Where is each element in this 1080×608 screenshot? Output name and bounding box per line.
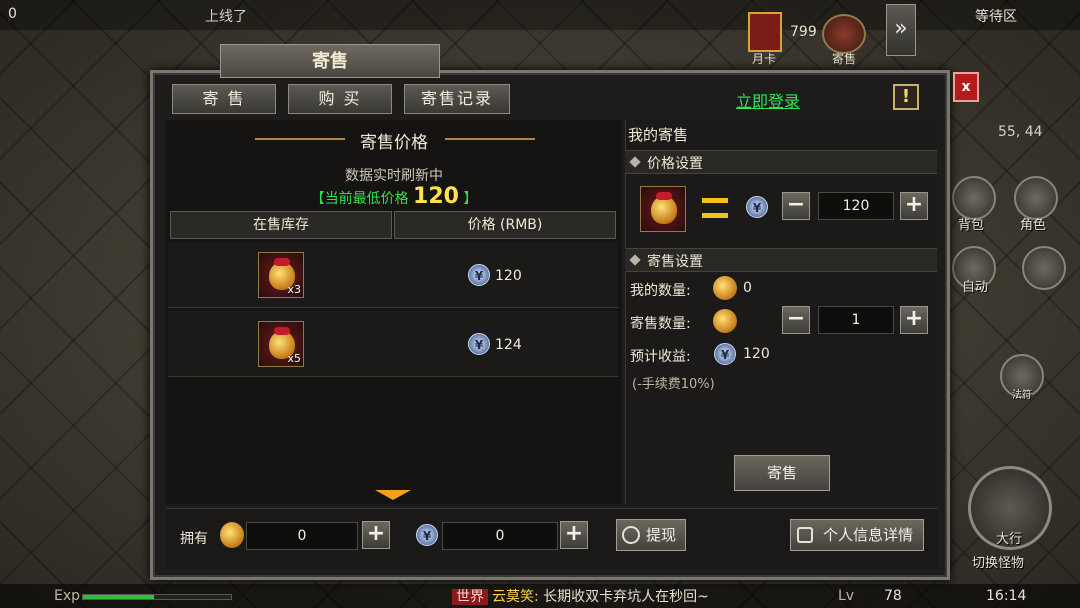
expand-arrows-icon[interactable]: » xyxy=(886,4,916,56)
rmb-plus-button[interactable]: + xyxy=(560,521,588,549)
my-count-value: 0 xyxy=(743,280,752,296)
rmb-coin-icon: ¥ xyxy=(468,264,490,286)
waiting-area-label[interactable]: 等待区 xyxy=(975,6,1017,26)
gold-bag-icon: x3 xyxy=(258,252,304,298)
lv-label: Lv xyxy=(838,588,855,604)
chat-speaker: 云莫笑: xyxy=(492,589,539,605)
fee-note: (-手续费10%) xyxy=(632,377,715,392)
gold-bag-small-icon xyxy=(220,522,244,548)
price-minus-button[interactable]: − xyxy=(782,192,810,220)
row-price: 124 xyxy=(495,337,522,353)
login-link[interactable]: 立即登录 xyxy=(718,88,818,112)
bag-tie xyxy=(274,327,290,335)
tab-buy[interactable]: 购 买 xyxy=(288,84,392,114)
withdraw-button[interactable]: 提现 xyxy=(616,519,686,551)
header-price: 价格 (RMB) xyxy=(394,211,616,239)
own-value: 0 xyxy=(246,522,358,550)
tab-consign[interactable]: 寄 售 xyxy=(172,84,276,114)
exp-label: Exp xyxy=(54,588,81,604)
auto-label: 自动 xyxy=(962,280,989,295)
count-plus-button[interactable]: + xyxy=(900,306,928,334)
gold-bag-icon xyxy=(640,186,686,232)
refresh-text: 数据实时刷新中 xyxy=(345,168,443,184)
role-label: 角色 xyxy=(1020,218,1047,233)
coordinates: 55, 44 xyxy=(998,124,1043,140)
withdraw-label: 提现 xyxy=(645,526,676,544)
lv-value: 78 xyxy=(884,588,902,604)
close-button[interactable]: x xyxy=(953,72,979,102)
skill-label: 法符 xyxy=(1012,390,1032,401)
rmb-coin-icon: ¥ xyxy=(746,196,768,218)
price-input[interactable]: 120 xyxy=(818,192,894,220)
own-label: 拥有 xyxy=(180,531,208,547)
profile-button[interactable]: 个人信息详情 xyxy=(790,519,924,551)
row-price: 120 xyxy=(495,268,522,284)
diamond-icon xyxy=(629,156,641,168)
consign-entry-label: 寄售 xyxy=(832,52,857,66)
withdraw-icon xyxy=(622,526,640,544)
equals-icon xyxy=(702,198,728,218)
month-card-icon[interactable] xyxy=(748,12,782,52)
profile-label: 个人信息详情 xyxy=(822,526,913,544)
count-input[interactable]: 1 xyxy=(818,306,894,334)
price-setting-header: 价格设置 xyxy=(625,150,937,174)
panel-title: 寄售 xyxy=(220,44,440,78)
clock-time: 16:14 xyxy=(986,588,1027,604)
price-plus-button[interactable]: + xyxy=(900,192,928,220)
warning-icon[interactable]: ! xyxy=(893,84,919,110)
lowest-prefix: 【当前最低价格 xyxy=(310,191,409,207)
gold-bag-icon: x5 xyxy=(258,321,304,367)
count-minus-button[interactable]: − xyxy=(782,306,810,334)
gold-bag-small-icon xyxy=(713,276,737,300)
top-left-count: 0 xyxy=(8,6,17,22)
my-count-label: 我的数量: xyxy=(630,283,691,299)
sell-button[interactable]: 寄售 xyxy=(734,455,830,491)
exp-bar xyxy=(82,594,232,600)
scroll-down-arrow-icon[interactable] xyxy=(375,490,411,500)
bag-label: 背包 xyxy=(958,218,985,233)
gold-bag-small-icon xyxy=(713,309,737,333)
table-row[interactable]: x3 ¥ 120 xyxy=(168,242,618,308)
month-card-label: 月卡 xyxy=(752,52,777,66)
consign-entry-icon[interactable] xyxy=(822,14,866,54)
my-sale-title: 我的寄售 xyxy=(628,126,689,144)
switch-monster-label: 切换怪物 xyxy=(972,556,1025,571)
lowest-price-line: 【当前最低价格 120 】 xyxy=(166,184,622,209)
bag-tie xyxy=(274,258,290,266)
rmb-coin-icon: ¥ xyxy=(714,343,736,365)
stock-qty: x5 xyxy=(287,352,301,365)
stock-qty: x3 xyxy=(287,283,301,296)
price-setting-label: 价格设置 xyxy=(647,156,703,172)
sale-count-label: 寄售数量: xyxy=(630,316,691,332)
income-value: 120 xyxy=(743,346,770,362)
bag-tie xyxy=(656,192,672,200)
header-stock: 在售库存 xyxy=(170,211,392,239)
rmb-coin-icon: ¥ xyxy=(416,524,438,546)
diamond-icon xyxy=(629,254,641,266)
attack-label: 大行 xyxy=(996,532,1023,547)
lowest-price-value: 120 xyxy=(413,184,459,209)
grid-menu-icon[interactable] xyxy=(1022,246,1066,290)
exp-bar-fill xyxy=(83,595,155,599)
table-row[interactable]: x5 ¥ 124 xyxy=(168,311,618,377)
price-section-title: 寄售价格 xyxy=(360,133,428,153)
sale-setting-header: 寄售设置 xyxy=(625,248,937,272)
tab-consign-record[interactable]: 寄售记录 xyxy=(404,84,510,114)
profile-icon xyxy=(797,527,813,543)
bag-shape xyxy=(651,196,677,224)
top-message: 上线了 xyxy=(205,9,247,25)
chat-message: 长期收双卡弃坑人在秒回~ xyxy=(543,589,709,605)
chat-line[interactable]: 世界 云莫笑: 长期收双卡弃坑人在秒回~ xyxy=(452,586,709,606)
sale-setting-label: 寄售设置 xyxy=(647,254,703,270)
rmb-coin-icon: ¥ xyxy=(468,333,490,355)
own-plus-button[interactable]: + xyxy=(362,521,390,549)
income-label: 预计收益: xyxy=(630,349,691,365)
top-number: 799 xyxy=(790,24,817,40)
chat-channel: 世界 xyxy=(452,589,488,605)
rmb-value: 0 xyxy=(442,522,558,550)
top-hud-bar: 0 上线了 等待区 799 xyxy=(0,0,1080,40)
lowest-suffix: 】 xyxy=(463,191,478,207)
